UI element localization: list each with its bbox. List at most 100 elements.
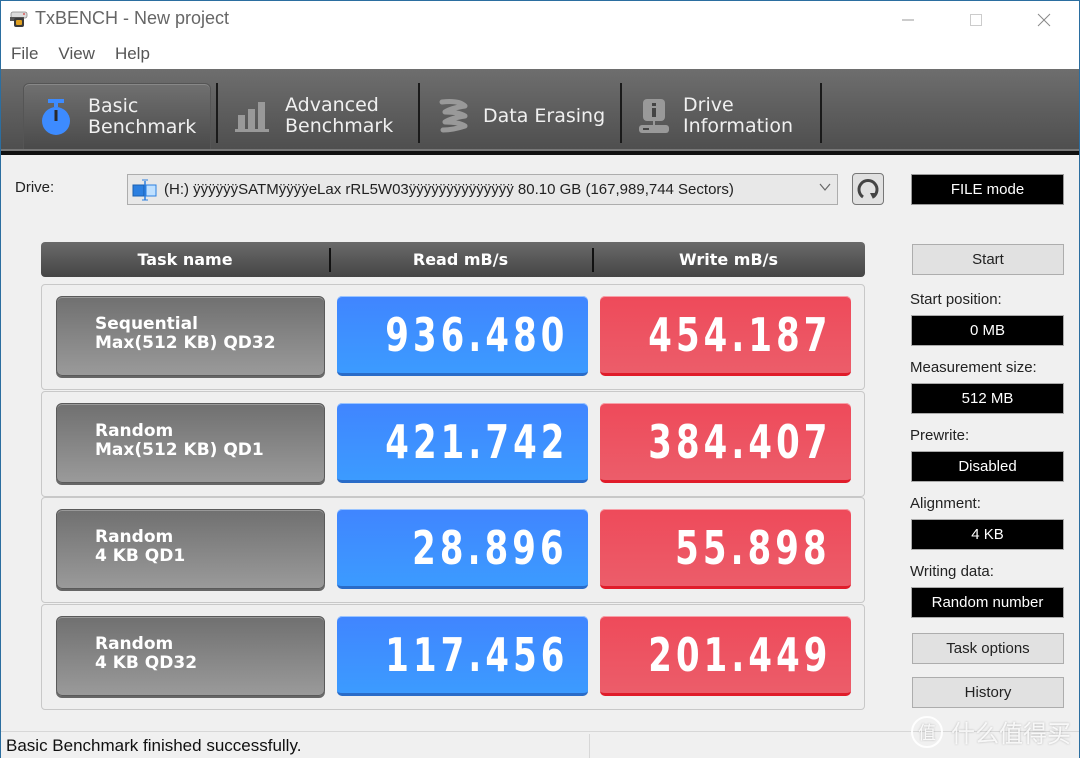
task-name-line1: Sequential bbox=[95, 314, 198, 334]
writing-data-label: Writing data: bbox=[910, 563, 994, 580]
alignment-field[interactable]: 4 KB bbox=[911, 519, 1064, 550]
header-read: Read mB/s bbox=[329, 242, 592, 277]
task-name-line2: 4 KB QD1 bbox=[95, 546, 186, 566]
table-row: Random 4 KB QD1 28.896 55.898 bbox=[41, 497, 865, 603]
task-options-button[interactable]: Task options bbox=[912, 633, 1064, 664]
task-button-random-512k-qd1[interactable]: Random Max(512 KB) QD1 bbox=[56, 403, 325, 483]
task-name-line1: Random bbox=[95, 421, 174, 441]
watermark: 值 什么值得买 bbox=[911, 714, 1071, 749]
read-value: 421.742 bbox=[384, 414, 568, 469]
chevron-down-icon bbox=[819, 181, 831, 196]
menu-bar: File View Help bbox=[1, 39, 1079, 69]
window-title: TxBENCH - New project bbox=[35, 8, 230, 28]
write-result: 55.898 bbox=[600, 509, 851, 589]
history-button[interactable]: History bbox=[912, 677, 1064, 708]
header-read-label: Read mB/s bbox=[412, 250, 509, 269]
title-bar: TxBENCH - New project bbox=[1, 1, 1079, 39]
write-result: 201.449 bbox=[600, 616, 851, 696]
alignment-label: Alignment: bbox=[910, 495, 981, 512]
results-table-header: Task name Read mB/s Write mB/s bbox=[41, 242, 865, 277]
app-window: TxBENCH - New project File View Help Bas… bbox=[0, 0, 1080, 758]
header-separator bbox=[329, 248, 331, 272]
header-task-label: Task name bbox=[137, 250, 233, 269]
minimize-button[interactable] bbox=[873, 1, 943, 39]
tab-erasing-label: Data Erasing bbox=[483, 104, 606, 127]
close-icon bbox=[1037, 13, 1051, 27]
task-name-line2: Max(512 KB) QD1 bbox=[95, 440, 264, 460]
tab-data-erasing[interactable]: Data Erasing bbox=[429, 83, 615, 149]
header-task-name: Task name bbox=[41, 242, 329, 277]
measurement-size-field[interactable]: 512 MB bbox=[911, 383, 1064, 414]
prewrite-label: Prewrite: bbox=[910, 427, 970, 444]
header-write-label: Write mB/s bbox=[678, 250, 779, 269]
drive-select-value: (H:) ÿÿÿÿÿÿSATMÿÿÿÿeLax rRL5W03ÿÿÿÿÿÿÿÿÿ… bbox=[164, 181, 734, 198]
watermark-logo-icon: 值 bbox=[911, 715, 943, 748]
tab-separator bbox=[418, 83, 420, 143]
task-button-random-4k-qd1[interactable]: Random 4 KB QD1 bbox=[56, 509, 325, 589]
read-result: 421.742 bbox=[337, 403, 588, 483]
write-value: 201.449 bbox=[647, 627, 831, 682]
tab-basic-line2: Benchmark bbox=[88, 115, 197, 138]
tab-drive-information[interactable]: Drive Information bbox=[629, 83, 819, 149]
refresh-icon bbox=[857, 179, 879, 199]
drive-info-icon bbox=[637, 93, 671, 139]
task-name-line2: Max(512 KB) QD32 bbox=[95, 333, 276, 353]
tab-basic-line1: Basic bbox=[88, 94, 139, 117]
write-value: 384.407 bbox=[647, 414, 831, 469]
read-value: 117.456 bbox=[384, 627, 568, 682]
header-separator bbox=[592, 248, 594, 272]
drive-select[interactable]: (H:) ÿÿÿÿÿÿSATMÿÿÿÿeLax rRL5W03ÿÿÿÿÿÿÿÿÿ… bbox=[127, 174, 838, 205]
main-tab-bar: Basic Benchmark Advanced Benchmark Data … bbox=[1, 69, 1079, 155]
status-separator bbox=[589, 734, 590, 758]
measurement-size-label: Measurement size: bbox=[910, 359, 1037, 376]
write-result: 384.407 bbox=[600, 403, 851, 483]
file-mode-indicator[interactable]: FILE mode bbox=[911, 174, 1064, 205]
task-button-sequential-qd32[interactable]: Sequential Max(512 KB) QD32 bbox=[56, 296, 325, 376]
menu-help[interactable]: Help bbox=[115, 44, 150, 64]
bar-chart-icon bbox=[233, 93, 273, 139]
menu-view[interactable]: View bbox=[58, 44, 95, 64]
drive-icon bbox=[132, 179, 157, 200]
app-icon bbox=[10, 11, 28, 27]
tab-drive-line1: Drive bbox=[683, 94, 734, 116]
start-position-label: Start position: bbox=[910, 291, 1002, 308]
tab-separator bbox=[216, 83, 218, 143]
writing-data-field[interactable]: Random number bbox=[911, 587, 1064, 618]
read-value: 28.896 bbox=[412, 520, 568, 575]
close-button[interactable] bbox=[1009, 1, 1079, 39]
start-position-field[interactable]: 0 MB bbox=[911, 315, 1064, 346]
header-write: Write mB/s bbox=[592, 242, 865, 277]
minimize-icon bbox=[902, 19, 914, 21]
menu-file[interactable]: File bbox=[11, 44, 38, 64]
tab-drive-line2: Information bbox=[683, 115, 793, 137]
tab-advanced-line2: Benchmark bbox=[285, 115, 394, 137]
tab-separator bbox=[820, 83, 822, 143]
write-value: 55.898 bbox=[675, 520, 831, 575]
tab-advanced-benchmark[interactable]: Advanced Benchmark bbox=[223, 83, 413, 149]
prewrite-field[interactable]: Disabled bbox=[911, 451, 1064, 482]
task-name-line2: 4 KB QD32 bbox=[95, 653, 198, 673]
task-name-line1: Random bbox=[95, 634, 174, 654]
maximize-button[interactable] bbox=[941, 1, 1011, 39]
refresh-drives-button[interactable] bbox=[852, 173, 884, 205]
write-value: 454.187 bbox=[647, 307, 831, 362]
tab-basic-benchmark[interactable]: Basic Benchmark bbox=[23, 83, 211, 149]
status-message: Basic Benchmark finished successfully. bbox=[6, 736, 302, 755]
tab-advanced-line1: Advanced bbox=[285, 94, 379, 116]
drive-label: Drive: bbox=[15, 179, 55, 196]
read-result: 28.896 bbox=[337, 509, 588, 589]
eraser-spring-icon bbox=[437, 93, 471, 139]
watermark-text: 什么值得买 bbox=[951, 720, 1071, 748]
read-result: 117.456 bbox=[337, 616, 588, 696]
read-value: 936.480 bbox=[384, 307, 568, 362]
write-result: 454.187 bbox=[600, 296, 851, 376]
maximize-icon bbox=[970, 14, 982, 26]
start-button[interactable]: Start bbox=[912, 244, 1064, 275]
stopwatch-icon bbox=[36, 94, 76, 140]
task-button-random-4k-qd32[interactable]: Random 4 KB QD32 bbox=[56, 616, 325, 696]
tab-separator bbox=[620, 83, 622, 143]
task-name-line1: Random bbox=[95, 527, 174, 547]
table-row: Random 4 KB QD32 117.456 201.449 bbox=[41, 604, 865, 710]
table-row: Random Max(512 KB) QD1 421.742 384.407 bbox=[41, 391, 865, 497]
table-row: Sequential Max(512 KB) QD32 936.480 454.… bbox=[41, 284, 865, 390]
